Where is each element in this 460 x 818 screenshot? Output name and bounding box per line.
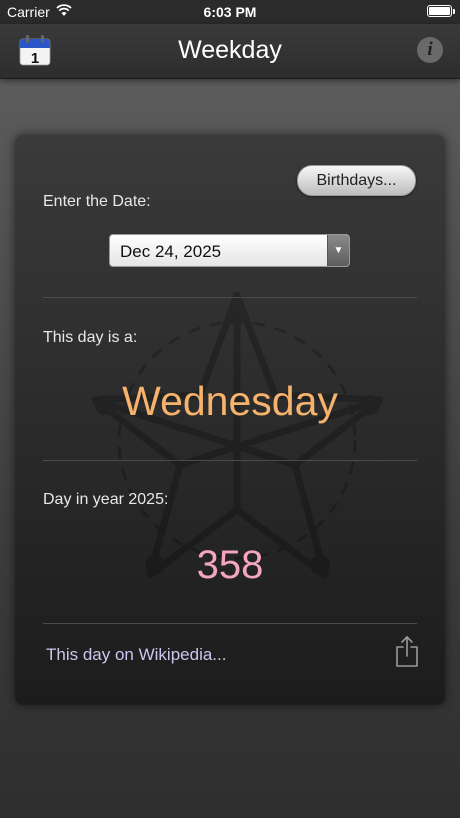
navigation-bar: 1 Weekday i [0,24,460,79]
status-bar: Carrier 6:03 PM [0,0,460,24]
battery-icon [427,5,455,17]
day-in-year-label: Day in year 2025: [43,491,169,508]
enter-date-label: Enter the Date: [43,193,151,210]
share-icon[interactable] [395,635,419,668]
status-time: 6:03 PM [203,4,257,20]
dropdown-arrow-icon[interactable]: ▼ [327,235,349,266]
date-value: Dec 24, 2025 [120,242,222,261]
divider [43,297,417,298]
wikipedia-link[interactable]: This day on Wikipedia... [46,645,226,665]
divider [43,623,417,624]
weekday-result: Wednesday [122,378,338,424]
date-picker[interactable]: Dec 24, 2025 ▼ [109,234,350,267]
birthdays-button[interactable]: Birthdays... [297,165,416,196]
divider [43,460,417,461]
day-in-year-value: 358 [196,543,264,587]
weekday-card: Birthdays... Enter the Date: Dec 24, 202… [15,135,445,705]
this-day-label: This day is a: [43,329,138,346]
info-icon[interactable]: i [417,37,443,63]
page-title: Weekday [178,36,282,64]
